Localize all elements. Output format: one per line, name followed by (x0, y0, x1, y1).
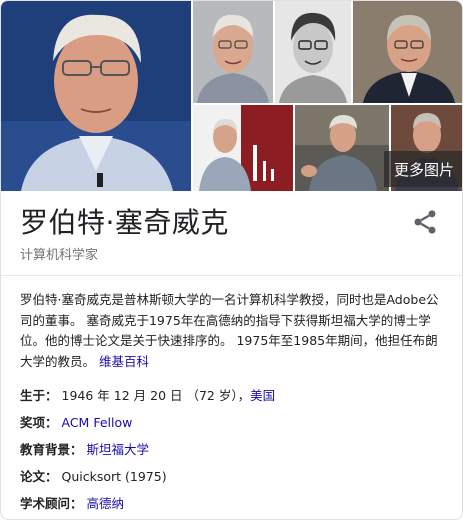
fact-link[interactable]: ACM Fellow (62, 415, 133, 430)
section-divider (1, 275, 462, 276)
fact-thesis: 论文： Quicksort (1975) (20, 466, 450, 485)
entity-description: 罗伯特·塞奇威克是普林斯顿大学的一名计算机科学教授，同时也是Adobe公司的董事… (20, 290, 448, 372)
portrait-glasses-image (193, 1, 273, 103)
lecture-speaking-image (295, 105, 389, 191)
fact-awards: 奖项： ACM Fellow (20, 412, 450, 431)
entity-title: 罗伯特·塞奇威克 (20, 206, 229, 239)
share-button[interactable] (411, 208, 439, 236)
wikipedia-link[interactable]: 维基百科 (99, 354, 149, 369)
fact-value: 1946 年 12 月 20 日 （72 岁）， (61, 388, 251, 403)
fact-link[interactable]: 高德纳 (87, 496, 125, 511)
more-images-label: 更多图片 (393, 160, 454, 179)
gallery-image-3[interactable] (275, 1, 351, 103)
fact-label: 生于： (20, 388, 58, 403)
gallery-image-6[interactable] (295, 105, 389, 191)
fact-link[interactable]: 美国 (250, 388, 275, 403)
image-gallery: 更多图片 (1, 1, 462, 191)
share-icon (414, 210, 436, 234)
fact-link[interactable]: 斯坦福大学 (87, 442, 150, 457)
gallery-image-4[interactable] (353, 1, 462, 103)
fact-label: 教育背景： (20, 442, 83, 457)
knowledge-panel: 更多图片 罗伯特·塞奇威克 计算机科学家 罗伯特·塞奇威克是普林斯顿大学的一名计… (0, 0, 463, 520)
fact-born: 生于： 1946 年 12 月 20 日 （72 岁），美国 (20, 385, 450, 404)
description-text: 罗伯特·塞奇威克是普林斯顿大学的一名计算机科学教授，同时也是Adobe公司的董事… (20, 292, 439, 369)
fact-value: Quicksort (1975) (61, 469, 167, 484)
fact-education: 教育背景： 斯坦福大学 (20, 439, 450, 458)
portrait-bw-image (275, 1, 351, 103)
gallery-image-main[interactable] (1, 1, 191, 191)
gallery-image-2[interactable] (193, 1, 273, 103)
fact-label: 学术顾问： (20, 496, 83, 511)
gallery-image-5[interactable] (193, 105, 293, 191)
fact-label: 奖项： (20, 415, 58, 430)
fact-advisor: 学术顾问： 高德纳 (20, 493, 450, 512)
fact-label: 论文： (20, 469, 58, 484)
more-images-button[interactable]: 更多图片 (383, 151, 462, 187)
portrait-main-image (1, 1, 191, 191)
portrait-suit-image (353, 1, 462, 103)
entity-subtitle: 计算机科学家 (20, 248, 99, 263)
lecture-red-image (193, 105, 293, 191)
